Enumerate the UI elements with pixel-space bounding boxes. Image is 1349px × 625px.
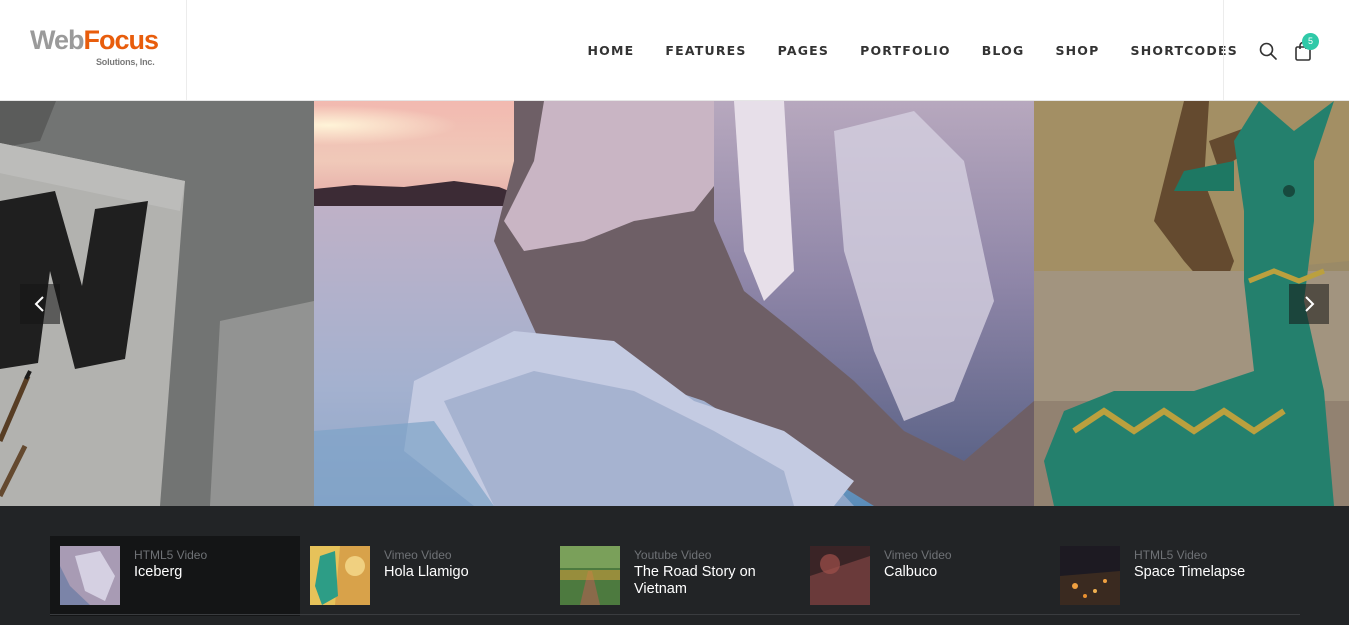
- playlist-thumbnail: [810, 546, 870, 605]
- playlist-item[interactable]: Youtube Video The Road Story on Vietnam: [550, 536, 800, 616]
- playlist-item-title: Hola Llamigo: [384, 564, 469, 580]
- playlist-item-type: Vimeo Video: [884, 548, 952, 562]
- nav-portfolio[interactable]: PORTFOLIO: [860, 43, 951, 58]
- slider-next-button[interactable]: [1289, 284, 1329, 324]
- chevron-right-icon: [1305, 296, 1315, 312]
- playlist-thumbnail: [560, 546, 620, 605]
- nav-features[interactable]: FEATURES: [665, 43, 746, 58]
- playlist-item-title: Calbuco: [884, 564, 938, 580]
- nav-shortcodes[interactable]: SHORTCODES: [1131, 43, 1238, 58]
- cart-count-badge: 5: [1302, 33, 1319, 50]
- playlist-item-type: HTML5 Video: [1134, 548, 1208, 562]
- logo-tagline: Solutions, Inc.: [96, 57, 155, 67]
- playlist-item-type: HTML5 Video: [134, 548, 208, 562]
- slider-prev-button[interactable]: [20, 284, 60, 324]
- playlist-divider: [50, 614, 1300, 615]
- logo: WebFocus: [30, 25, 159, 55]
- playlist-item[interactable]: Vimeo Video Hola Llamigo: [300, 536, 550, 616]
- video-slider: [0, 101, 1349, 506]
- nav-shop[interactable]: SHOP: [1055, 43, 1099, 58]
- header-actions: 5: [1223, 0, 1349, 100]
- playlist-item-type: Youtube Video: [634, 548, 712, 562]
- nav-home[interactable]: HOME: [588, 43, 635, 58]
- playlist-item[interactable]: HTML5 Video Space Timelapse: [1050, 536, 1300, 616]
- main-nav: HOME FEATURES PAGES PORTFOLIO BLOG SHOP …: [572, 0, 1253, 100]
- slide-current[interactable]: [314, 101, 1034, 506]
- playlist-item-title: Space Timelapse: [1134, 564, 1246, 580]
- search-icon[interactable]: [1258, 41, 1278, 61]
- playlist-thumbnail: [1060, 546, 1120, 605]
- playlist-item[interactable]: HTML5 Video Iceberg: [50, 536, 300, 616]
- playlist-item[interactable]: Vimeo Video Calbuco: [800, 536, 1050, 616]
- chevron-left-icon: [34, 296, 44, 312]
- video-playlist: HTML5 Video Iceberg Vimeo Video Hola Lla…: [0, 506, 1349, 625]
- playlist-item-title: Iceberg: [134, 564, 183, 580]
- nav-blog[interactable]: BLOG: [982, 43, 1025, 58]
- playlist-item-title: The Road Story on Vietnam: [634, 564, 756, 597]
- site-header: WebFocus Solutions, Inc. HOME FEATURES P…: [0, 0, 1349, 101]
- playlist-item-type: Vimeo Video: [384, 548, 452, 562]
- logo-link[interactable]: WebFocus Solutions, Inc.: [0, 0, 187, 100]
- iceberg-image: [314, 101, 1034, 506]
- nav-pages[interactable]: PAGES: [778, 43, 830, 58]
- playlist-thumbnail: [310, 546, 370, 605]
- playlist-thumbnail: [60, 546, 120, 605]
